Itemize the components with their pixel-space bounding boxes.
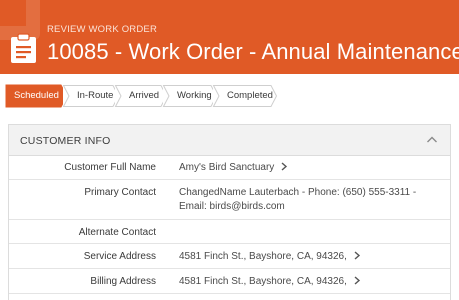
primary-contact-value: ChangedName Lauterbach - Phone: (650) 55…	[179, 186, 416, 214]
field-label: Customer Full Name	[64, 162, 156, 173]
field-label: Service Address	[83, 251, 156, 262]
billing-address-link[interactable]: 4581 Finch St., Bayshore, CA, 94326,	[179, 275, 361, 289]
field-label: Alternate Contact	[78, 227, 156, 238]
path-step-working[interactable]: Working	[162, 85, 218, 107]
chevron-right-icon[interactable]	[353, 276, 361, 285]
field-service-address: Service Address 4581 Finch St., Bayshore…	[9, 244, 450, 269]
field-value-email: Email: birds@birds.com	[179, 201, 285, 212]
path-step-scheduled[interactable]: Scheduled	[5, 84, 68, 108]
field-value[interactable]: 4581 Finch St., Bayshore, CA, 94326,	[179, 251, 347, 262]
chevron-up-icon[interactable]	[426, 135, 438, 145]
field-primary-contact: Primary Contact ChangedName Lauterbach -…	[9, 180, 450, 220]
clipboard-icon	[11, 33, 36, 63]
path-step-label: Scheduled	[14, 90, 59, 101]
chevron-right-icon[interactable]	[280, 162, 288, 171]
field-value[interactable]: 4581 Finch St., Bayshore, CA, 94326,	[179, 276, 347, 287]
path-step-label: Working	[177, 90, 212, 101]
field-billing-address: Billing Address 4581 Finch St., Bayshore…	[9, 269, 450, 294]
customer-info-section: CUSTOMER INFO Customer Full Name Amy's B…	[8, 124, 451, 300]
page-title: 10085 - Work Order - Annual Maintenance	[47, 39, 459, 64]
field-label: Primary Contact	[84, 187, 156, 198]
path-step-label: Completed	[227, 90, 273, 101]
field-customer-full-name: Customer Full Name Amy's Bird Sanctuary	[9, 156, 450, 180]
field-value: ChangedName Lauterbach - Phone: (650) 55…	[179, 187, 417, 198]
customer-info-header[interactable]: CUSTOMER INFO	[9, 125, 450, 156]
chevron-right-icon[interactable]	[353, 251, 361, 260]
header-kicker: REVIEW WORK ORDER	[47, 24, 158, 35]
field-label: Billing Address	[90, 276, 156, 287]
field-value[interactable]: Amy's Bird Sanctuary	[179, 162, 274, 173]
path-step-completed[interactable]: Completed	[212, 85, 278, 107]
status-path: Scheduled In-Route Arrived Working Compl…	[5, 84, 278, 108]
page-header: REVIEW WORK ORDER 10085 - Work Order - A…	[0, 0, 459, 74]
customer-name-link[interactable]: Amy's Bird Sanctuary	[179, 161, 288, 175]
path-step-label: In-Route	[77, 90, 114, 101]
section-title: CUSTOMER INFO	[20, 135, 111, 147]
path-step-arrived[interactable]: Arrived	[114, 85, 168, 107]
field-alternate-contact: Alternate Contact	[9, 220, 450, 244]
path-step-in-route[interactable]: In-Route	[62, 85, 120, 107]
path-step-label: Arrived	[129, 90, 160, 101]
service-address-link[interactable]: 4581 Finch St., Bayshore, CA, 94326,	[179, 250, 361, 264]
